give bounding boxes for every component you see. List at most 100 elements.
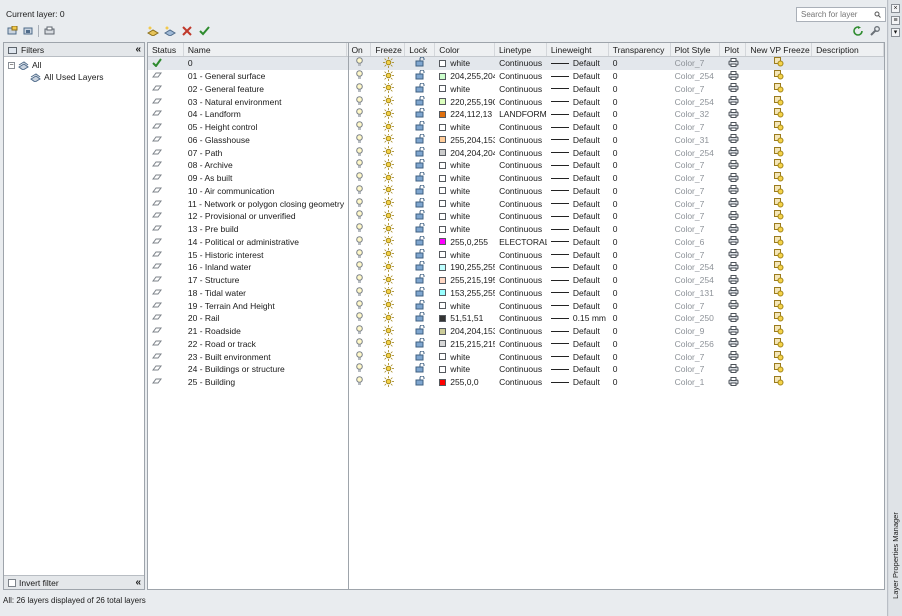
color-cell[interactable]: white (435, 159, 495, 172)
layer-name[interactable]: 19 - Terrain And Height (184, 299, 348, 312)
sun-thawed-icon[interactable] (382, 312, 394, 325)
description-cell[interactable] (812, 312, 884, 325)
linetype-value[interactable]: Continuous (495, 134, 547, 147)
color-cell[interactable]: white (435, 121, 495, 134)
printer-icon[interactable] (728, 147, 739, 158)
linetype-value[interactable]: LANDFORM (495, 108, 547, 121)
color-cell[interactable]: 224,112,13 (435, 108, 495, 121)
column-header-lineweight[interactable]: Lineweight (547, 43, 609, 56)
table-row[interactable]: 03 - Natural environment 220,255,190 Conti… (148, 95, 884, 108)
unlocked-padlock-icon[interactable] (415, 184, 426, 197)
new-vp-freeze-icon[interactable] (774, 235, 784, 248)
lightbulb-on-icon[interactable] (356, 287, 363, 299)
lightbulb-on-icon[interactable] (356, 274, 363, 286)
new-vp-freeze-icon[interactable] (774, 325, 784, 337)
table-row[interactable]: 22 - Road or track 215,215,215 Continuous D… (148, 337, 884, 351)
table-row[interactable]: 17 - Structure 255,215,195 Continuous Defau… (148, 273, 884, 287)
transparency-value[interactable]: 0 (609, 350, 671, 363)
sun-thawed-icon[interactable] (382, 120, 394, 134)
table-row[interactable]: 12 - Provisional or unverified white Conti… (148, 210, 884, 223)
table-row[interactable]: 13 - Pre build white Continuous Default 0 Col… (148, 222, 884, 236)
color-cell[interactable]: 51,51,51 (435, 312, 495, 325)
printer-icon[interactable] (728, 312, 739, 324)
printer-icon[interactable] (728, 159, 739, 171)
table-row[interactable]: 25 - Building 255,0,0 Continuous Default 0 Co… (148, 375, 884, 389)
color-cell[interactable]: 215,215,215 (435, 338, 495, 351)
description-cell[interactable] (812, 83, 884, 96)
description-cell[interactable] (812, 108, 884, 121)
description-cell[interactable] (812, 185, 884, 198)
description-cell[interactable] (812, 172, 884, 185)
table-row[interactable]: 20 - Rail 51,51,51 Continuous 0.15 mm 0 Color… (148, 312, 884, 325)
lineweight-cell[interactable]: Default (547, 95, 609, 108)
printer-icon[interactable] (728, 338, 739, 349)
color-cell[interactable]: white (435, 248, 495, 261)
lineweight-cell[interactable]: Default (547, 223, 609, 236)
lineweight-cell[interactable]: 0.15 mm (547, 312, 609, 325)
lineweight-cell[interactable]: Default (547, 121, 609, 134)
table-row[interactable]: 19 - Terrain And Height white Continuous De… (148, 299, 884, 312)
color-cell[interactable]: white (435, 210, 495, 223)
transparency-value[interactable]: 0 (609, 312, 671, 325)
sun-thawed-icon[interactable] (382, 82, 394, 96)
layer-name[interactable]: 16 - Inland water (184, 261, 348, 274)
color-cell[interactable]: 190,255,255 (435, 261, 495, 274)
lineweight-cell[interactable]: Default (547, 108, 609, 121)
lightbulb-on-icon[interactable] (356, 57, 363, 69)
layer-name[interactable]: 13 - Pre build (184, 223, 348, 236)
column-header-plot-style[interactable]: Plot Style (671, 43, 721, 56)
lightbulb-on-icon[interactable] (356, 312, 363, 324)
lineweight-cell[interactable]: Default (547, 70, 609, 83)
description-cell[interactable] (812, 363, 884, 376)
description-cell[interactable] (812, 146, 884, 159)
lightbulb-on-icon[interactable] (356, 325, 363, 337)
lineweight-cell[interactable]: Default (547, 197, 609, 210)
transparency-value[interactable]: 0 (609, 274, 671, 287)
lineweight-cell[interactable]: Default (547, 274, 609, 287)
column-header-freeze[interactable]: Freeze (371, 43, 406, 56)
lightbulb-on-icon[interactable] (356, 172, 363, 184)
sun-thawed-icon[interactable] (382, 222, 394, 236)
new-vp-freeze-icon[interactable] (774, 108, 784, 120)
transparency-value[interactable]: 0 (609, 121, 671, 134)
unlocked-padlock-icon[interactable] (415, 273, 426, 286)
column-header-color[interactable]: Color (435, 43, 496, 56)
description-cell[interactable] (812, 338, 884, 351)
search-box[interactable] (796, 7, 886, 22)
printer-icon[interactable] (728, 83, 739, 94)
transparency-value[interactable]: 0 (609, 83, 671, 96)
column-header-plot[interactable]: Plot (720, 43, 747, 56)
layer-name[interactable]: 17 - Structure (184, 274, 348, 287)
color-cell[interactable]: 255,0,0 (435, 376, 495, 389)
new-vp-freeze-icon[interactable] (774, 70, 784, 82)
table-row[interactable]: 0 white Continuous Default 0 Color_7 (148, 57, 884, 70)
printer-icon[interactable] (728, 210, 739, 222)
new-vp-freeze-icon[interactable] (774, 210, 784, 222)
linetype-value[interactable]: Continuous (495, 121, 547, 134)
color-cell[interactable]: white (435, 197, 495, 210)
lightbulb-on-icon[interactable] (356, 83, 363, 95)
transparency-value[interactable]: 0 (609, 95, 671, 108)
lineweight-cell[interactable]: Default (547, 185, 609, 198)
new-vp-freeze-icon[interactable] (774, 274, 784, 286)
new-layer-vp-frozen-icon[interactable] (164, 25, 176, 37)
layer-name[interactable]: 23 - Built environment (184, 350, 348, 363)
linetype-value[interactable]: ELECTORAL (495, 236, 547, 249)
transparency-value[interactable]: 0 (609, 108, 671, 121)
unlocked-padlock-icon[interactable] (415, 82, 426, 95)
description-cell[interactable] (812, 70, 884, 83)
transparency-value[interactable]: 0 (609, 223, 671, 236)
sun-thawed-icon[interactable] (382, 210, 394, 223)
color-cell[interactable]: 204,204,204 (435, 146, 495, 159)
layer-name[interactable]: 21 - Roadside (184, 325, 348, 338)
linetype-value[interactable]: Continuous (495, 172, 547, 185)
sun-thawed-icon[interactable] (382, 350, 394, 363)
sun-thawed-icon[interactable] (382, 159, 394, 172)
linetype-value[interactable]: Continuous (495, 363, 547, 376)
color-cell[interactable]: 204,255,204 (435, 70, 495, 83)
unlocked-padlock-icon[interactable] (415, 324, 426, 337)
unlocked-padlock-icon[interactable] (415, 248, 426, 261)
layer-name[interactable]: 14 - Political or administrative (184, 236, 348, 249)
description-cell[interactable] (812, 248, 884, 261)
new-group-filter-icon[interactable] (22, 25, 34, 37)
